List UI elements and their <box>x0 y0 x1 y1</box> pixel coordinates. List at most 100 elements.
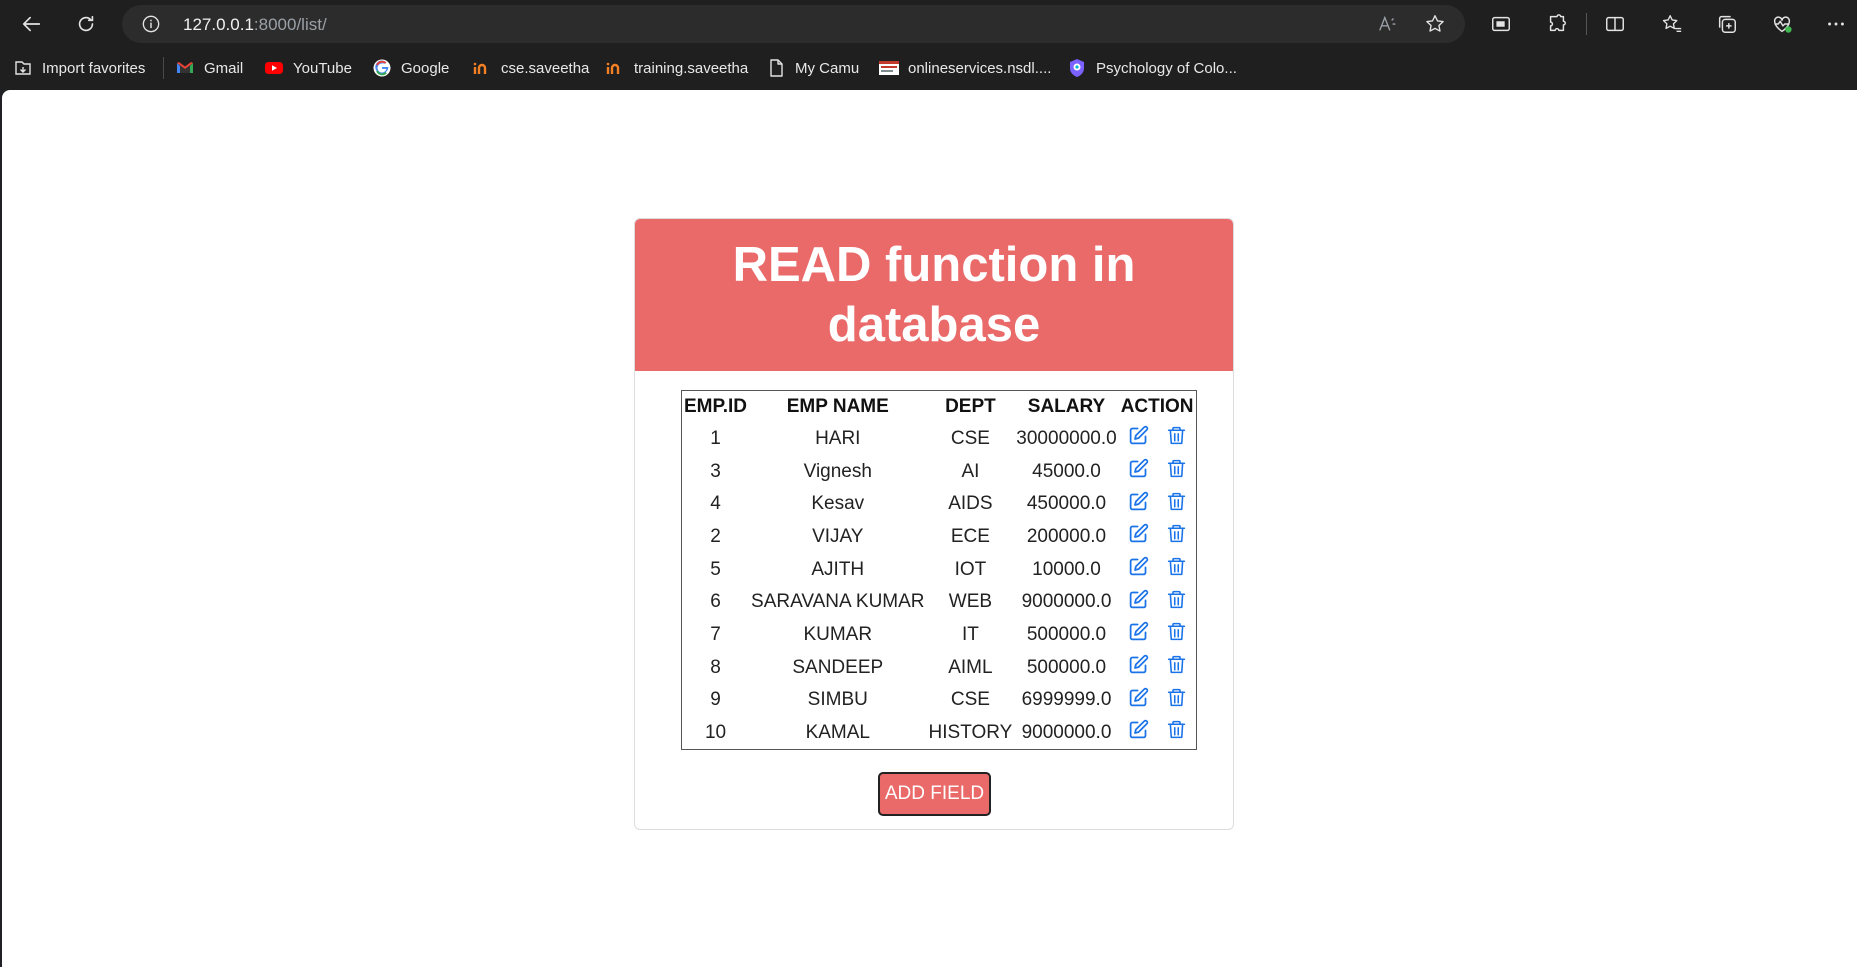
add-field-button[interactable]: ADD FIELD <box>878 772 991 816</box>
gmail-icon <box>175 58 195 78</box>
bookmark-cse-saveetha[interactable]: cse.saveetha <box>472 57 589 79</box>
delete-button[interactable] <box>1166 425 1187 452</box>
edit-icon <box>1129 687 1148 707</box>
edit-button[interactable] <box>1128 687 1149 714</box>
cell-action <box>1119 651 1196 684</box>
header-dept: DEPT <box>945 395 996 417</box>
edit-button[interactable] <box>1128 589 1149 616</box>
trash-icon <box>1167 655 1185 674</box>
info-icon[interactable] <box>142 15 160 33</box>
edit-button[interactable] <box>1128 621 1149 648</box>
delete-button[interactable] <box>1166 458 1187 485</box>
delete-button[interactable] <box>1166 491 1187 518</box>
bookmark-label: My Camu <box>795 59 860 77</box>
edit-button[interactable] <box>1128 719 1149 746</box>
split-screen-icon <box>1606 16 1624 32</box>
edit-icon <box>1129 589 1148 609</box>
cell-dept: ECE <box>950 525 990 547</box>
cell-emp-id: 5 <box>710 558 721 580</box>
extensions-button[interactable] <box>1543 10 1571 38</box>
cell-salary: 200000.0 <box>1026 525 1107 547</box>
cell-emp-id: 4 <box>710 493 721 515</box>
trash-icon <box>1167 721 1185 739</box>
page-icon <box>766 58 786 78</box>
bookmark-label: Psychology of Colo... <box>1096 59 1237 77</box>
action-buttons <box>1121 586 1194 618</box>
bookmark-gmail[interactable]: Gmail <box>175 57 243 79</box>
bookmarks-bar: Import favorites Gmail YouTube Google cs… <box>0 48 1857 88</box>
cell-dept: AIDS <box>948 493 993 515</box>
edit-button[interactable] <box>1128 458 1149 485</box>
action-buttons <box>1121 488 1194 520</box>
card-header: READ function in database <box>635 219 1233 371</box>
add-favorite-star-icon[interactable] <box>1424 13 1446 35</box>
google-icon <box>372 58 392 78</box>
action-buttons <box>1121 684 1194 716</box>
split-screen-button[interactable] <box>1601 10 1629 38</box>
table-row: 3 Vignesh AI 45000.0 <box>682 455 1197 488</box>
url-text[interactable]: 127.0.0.1:8000/list/ <box>183 15 327 35</box>
edit-icon <box>1129 654 1148 674</box>
delete-button[interactable] <box>1166 654 1187 681</box>
cell-emp-name: AJITH <box>811 558 865 580</box>
cell-emp-id: 1 <box>710 427 721 449</box>
refresh-button[interactable] <box>66 4 106 44</box>
edit-button[interactable] <box>1128 491 1149 518</box>
delete-button[interactable] <box>1166 589 1187 616</box>
action-buttons <box>1121 456 1194 488</box>
favorites-button[interactable] <box>1658 10 1686 38</box>
read-aloud-icon[interactable] <box>1377 13 1399 35</box>
collections-icon <box>1718 15 1736 33</box>
refresh-icon <box>78 15 94 32</box>
cell-emp-name: SIMBU <box>807 689 868 711</box>
puzzle-extensions-icon <box>1549 14 1566 32</box>
bookmark-psychology-of-colors[interactable]: Psychology of Colo... <box>1067 57 1237 79</box>
edit-icon <box>1129 524 1148 543</box>
cell-emp-id: 7 <box>710 623 721 645</box>
cell-salary: 500000.0 <box>1026 656 1107 678</box>
bookmark-my-camu[interactable]: My Camu <box>766 57 859 79</box>
url-host: 127.0.0.1 <box>183 15 254 34</box>
delete-button[interactable] <box>1166 621 1187 648</box>
delete-button[interactable] <box>1166 687 1187 714</box>
bookmark-label: Google <box>401 59 450 77</box>
bookmark-youtube[interactable]: YouTube <box>264 57 352 79</box>
cell-emp-name: VIJAY <box>812 525 864 547</box>
settings-menu-button[interactable] <box>1822 10 1850 38</box>
page-viewport: READ function in database EMP.ID EMP NAM… <box>2 90 1857 967</box>
edit-button[interactable] <box>1128 654 1149 681</box>
cell-emp-name: KAMAL <box>805 721 870 743</box>
back-button[interactable] <box>12 4 52 44</box>
trash-icon <box>1167 623 1185 641</box>
cell-emp-id: 6 <box>710 591 721 613</box>
address-bar[interactable]: 127.0.0.1:8000/list/ <box>122 5 1465 43</box>
browser-essentials-button[interactable] <box>1768 10 1796 38</box>
immersive-reader-button[interactable] <box>1487 10 1515 38</box>
trash-icon <box>1167 492 1185 510</box>
table-header-row: EMP.ID EMP NAME DEPT SALARY ACTION <box>682 391 1197 423</box>
delete-button[interactable] <box>1166 556 1187 583</box>
edit-button[interactable] <box>1128 556 1149 583</box>
url-path: :8000/list/ <box>253 15 327 34</box>
employee-table: EMP.ID EMP NAME DEPT SALARY ACTION 1 HARI… <box>681 390 1197 750</box>
cell-action <box>1119 488 1196 521</box>
bookmark-nsdl[interactable]: onlineservices.nsdl.... <box>879 57 1051 79</box>
cell-dept: WEB <box>948 591 993 613</box>
edit-button[interactable] <box>1128 425 1149 452</box>
cell-action <box>1119 586 1196 619</box>
picture-in-picture-icon <box>1492 16 1510 32</box>
cell-action <box>1119 455 1196 488</box>
bookmark-google[interactable]: Google <box>372 57 449 79</box>
table-row: 5 AJITH IOT 10000.0 <box>682 553 1197 586</box>
delete-button[interactable] <box>1166 523 1187 550</box>
cell-emp-id: 8 <box>710 656 721 678</box>
cell-dept: HISTORY <box>928 721 1013 743</box>
delete-button[interactable] <box>1166 719 1187 746</box>
bookmark-training-saveetha[interactable]: training.saveetha <box>605 57 748 79</box>
edit-button[interactable] <box>1128 523 1149 550</box>
bookmark-import-favorites[interactable]: Import favorites <box>13 57 145 79</box>
edit-icon <box>1129 622 1148 641</box>
cell-emp-id: 3 <box>710 460 721 482</box>
table-row: 6 SARAVANA KUMAR WEB 9000000.0 <box>682 586 1197 619</box>
collections-button[interactable] <box>1713 10 1741 38</box>
